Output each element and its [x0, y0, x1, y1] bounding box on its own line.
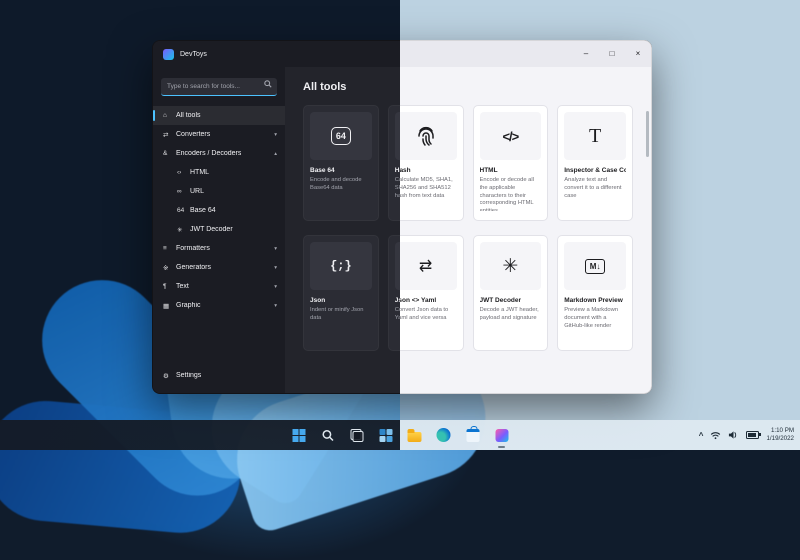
text-icon: ¶ — [163, 283, 167, 290]
chevron-down-icon: ▾ — [274, 264, 277, 271]
sidebar-item-generators[interactable]: ※ Generators ▾ — [153, 258, 285, 277]
widgets-icon[interactable] — [375, 424, 397, 446]
base64-icon: 64 — [310, 112, 372, 160]
sidebar-item-text[interactable]: ¶ Text ▾ — [153, 277, 285, 296]
gear-icon: ⚙ — [163, 372, 169, 380]
tool-card-description: Encode or decode all the applicable char… — [479, 177, 534, 211]
sidebar-item-label: URL — [190, 188, 205, 195]
sidebar-item-label: HTML — [190, 169, 210, 176]
running-app-indicator — [498, 446, 505, 448]
sidebar-item-label: Converters — [176, 131, 211, 138]
tool-card-description: Encode and decode Base64 data — [310, 177, 362, 191]
chevron-up-icon: ▴ — [274, 150, 277, 157]
chevron-down-icon: ▾ — [274, 283, 277, 290]
tray-time: 1:10 PM — [770, 426, 794, 434]
tool-card-title: Inspector & Case Converter — [564, 167, 626, 174]
devtoys-icon[interactable] — [491, 424, 513, 448]
tool-card-description: Preview a Markdown document with a GitHu… — [564, 307, 619, 329]
wifi-icon[interactable] — [710, 431, 721, 440]
sidebar-item-settings[interactable]: ⚙ Settings — [153, 366, 285, 385]
edge-icon[interactable] — [433, 424, 455, 446]
tool-card-description: Calculate MD5, SHA1, SHA256 and SHA512 h… — [394, 177, 453, 199]
jwt-icon: ✳ — [177, 226, 183, 234]
tool-card-html[interactable]: </> HTML Encode or decode all the applic… — [472, 105, 549, 221]
sidebar-item-label: Text — [176, 283, 189, 290]
tool-card-title: Hash — [394, 167, 411, 174]
window-title: DevToys — [180, 50, 207, 58]
chevron-down-icon: ▾ — [274, 302, 277, 309]
graphic-icon: ▦ — [163, 302, 170, 310]
search-input[interactable] — [161, 78, 277, 96]
sidebar-item-converters[interactable]: ⇄ Converters ▾ — [153, 125, 285, 144]
maximize-button[interactable]: □ — [599, 41, 625, 67]
close-button[interactable]: × — [625, 41, 651, 67]
sidebar-item-jwt-decoder[interactable]: ✳ JWT Decoder — [153, 220, 285, 239]
sidebar-item-all-tools[interactable]: ⌂ All tools — [153, 106, 285, 125]
sidebar-item-base64[interactable]: 64 Base 64 — [153, 201, 285, 220]
sidebar-item-label: JWT Decoder — [190, 226, 233, 233]
search-icon[interactable] — [317, 424, 339, 446]
sidebar-item-label: All tools — [176, 112, 201, 119]
scrollbar[interactable] — [646, 111, 649, 157]
chevron-down-icon: ▾ — [274, 245, 277, 252]
base64-icon: 64 — [177, 207, 185, 214]
chevron-down-icon: ▾ — [274, 131, 277, 138]
text-case-icon: T — [564, 112, 626, 160]
tool-card-json[interactable]: {;} Json Indent or minify Json data — [303, 235, 379, 351]
tool-card-inspector-case-converter[interactable]: T Inspector & Case Converter Analyze tex… — [557, 105, 633, 221]
home-icon: ⌂ — [163, 112, 167, 119]
tool-card-title: HTML — [479, 167, 498, 174]
sidebar-item-label: Encoders / Decoders — [176, 150, 242, 157]
sidebar-item-label: Graphic — [176, 302, 201, 309]
tool-card-title: Json <> Yaml — [394, 297, 437, 304]
tray-date: 1/19/2022 — [766, 435, 794, 442]
sidebar-item-graphic[interactable]: ▦ Graphic ▾ — [153, 296, 285, 315]
sidebar-item-label: Formatters — [176, 245, 210, 252]
braces-icon: {;} — [310, 242, 372, 290]
sidebar-item-label: Base 64 — [190, 207, 216, 214]
tool-card-title: Markdown Preview — [564, 297, 623, 304]
generator-icon: ※ — [163, 264, 169, 272]
sidebar-item-label: Generators — [176, 264, 212, 271]
fingerprint-icon — [400, 112, 457, 160]
search-icon — [264, 80, 272, 88]
code-icon: </> — [479, 112, 542, 160]
tool-card-markdown-preview[interactable]: M↓ Markdown Preview Preview a Markdown d… — [557, 235, 633, 351]
task-view-icon[interactable] — [346, 424, 368, 446]
burst-icon: ✳ — [479, 242, 542, 290]
tool-card-description: Analyze text and convert it to a differe… — [564, 177, 622, 199]
tool-card-title: JWT Decoder — [479, 297, 522, 304]
sidebar-item-label: Settings — [176, 372, 202, 379]
convert-icon: ⇄ — [163, 131, 169, 139]
start-icon[interactable] — [288, 424, 310, 446]
tool-card-jwt-decoder[interactable]: ✳ JWT Decoder Decode a JWT header, paylo… — [472, 235, 549, 351]
sidebar-item-formatters[interactable]: ≡ Formatters ▾ — [153, 239, 285, 258]
store-icon[interactable] — [462, 424, 484, 446]
html-icon: ‹› — [177, 169, 182, 176]
swap-icon: ⇄ — [400, 242, 457, 290]
file-explorer-icon[interactable] — [404, 424, 426, 446]
sidebar-item-encoders-decoders[interactable]: & Encoders / Decoders ▴ — [153, 144, 285, 163]
tool-card-title: Base 64 — [310, 167, 335, 174]
taskbar: ^ 1:10 PM 1/19/2022 — [0, 420, 800, 450]
hidden-icons-chevron-icon[interactable]: ^ — [699, 432, 704, 440]
url-icon: ∞ — [177, 188, 182, 195]
tool-card-description: Convert Json data to Yaml and vice versa — [394, 307, 449, 321]
formatter-icon: ≡ — [163, 245, 167, 252]
sidebar: ⌂ All tools ⇄ Converters ▾ & Encoders / … — [153, 67, 285, 393]
tool-card-base64[interactable]: 64 Base 64 Encode and decode Base64 data — [303, 105, 379, 221]
tool-card-description: Indent or minify Json data — [310, 307, 364, 321]
sidebar-item-html[interactable]: ‹› HTML — [153, 163, 285, 182]
tool-card-title: Json — [310, 297, 326, 304]
battery-icon[interactable] — [746, 431, 761, 439]
app-icon — [163, 48, 174, 60]
minimize-button[interactable]: – — [573, 41, 599, 67]
volume-icon[interactable] — [728, 430, 739, 440]
markdown-icon: M↓ — [564, 242, 626, 290]
sidebar-item-url[interactable]: ∞ URL — [153, 182, 285, 201]
tool-card-description: Decode a JWT header, payload and signatu… — [479, 307, 539, 321]
encoder-icon: & — [163, 150, 168, 157]
taskbar-clock[interactable]: 1:10 PM 1/19/2022 — [766, 427, 794, 444]
